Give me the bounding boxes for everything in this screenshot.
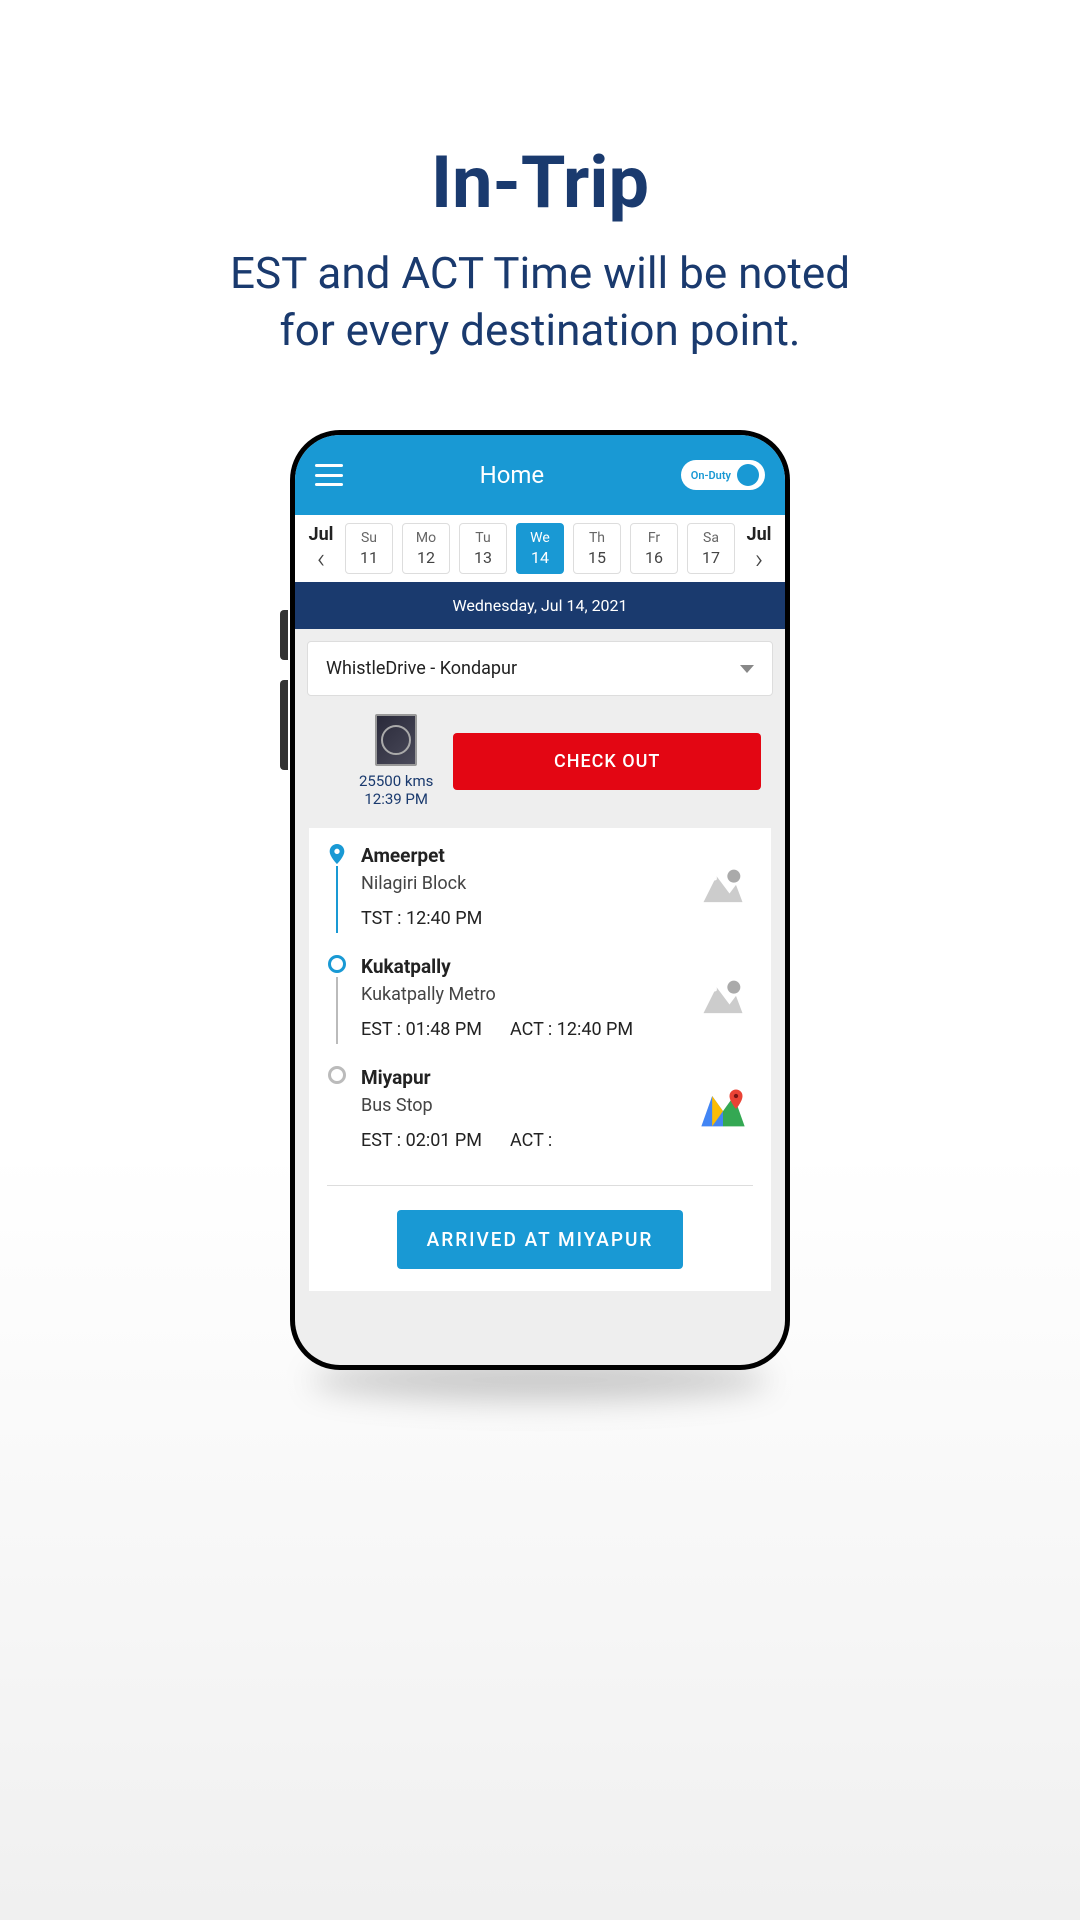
stop-est: EST : 02:01 PM [361, 1130, 482, 1151]
page-title: In-Trip [0, 140, 1080, 225]
app-header: Home On-Duty [295, 435, 785, 515]
stop-act: ACT : 12:40 PM [510, 1019, 633, 1040]
map-icon[interactable]: G [697, 972, 749, 1024]
calendar-day[interactable]: Mo12 [402, 523, 450, 574]
page-header: In-Trip EST and ACT Time will be noted f… [0, 0, 1080, 359]
stop-circle-icon [328, 955, 346, 973]
dropdown-selected: WhistleDrive - Kondapur [326, 658, 517, 679]
status-row: 25500 kms 12:39 PM CHECK OUT [307, 696, 773, 828]
route-dropdown[interactable]: WhistleDrive - Kondapur [307, 641, 773, 696]
page-subtitle: EST and ACT Time will be noted for every… [0, 245, 1080, 359]
arrived-button[interactable]: ARRIVED AT MIYAPUR [397, 1210, 684, 1269]
stop-sub: Bus Stop [361, 1095, 683, 1116]
stop-sub: Kukatpally Metro [361, 984, 683, 1005]
stop-item: Kukatpally Kukatpally Metro EST : 01:48 … [327, 955, 753, 1066]
stop-act: ACT : [510, 1130, 552, 1151]
selected-date-bar: Wednesday, Jul 14, 2021 [295, 582, 785, 629]
svg-text:G: G [710, 981, 717, 994]
odometer-image-icon [375, 714, 417, 766]
stop-sub: Nilagiri Block [361, 873, 683, 894]
map-icon[interactable] [697, 1083, 749, 1135]
stop-name: Miyapur [361, 1066, 683, 1089]
calendar-day[interactable]: Th15 [573, 523, 621, 574]
app-title: Home [480, 461, 545, 489]
hamburger-icon[interactable] [315, 464, 343, 486]
calendar-day-active[interactable]: We14 [516, 523, 564, 574]
chevron-left-icon: ‹ [317, 545, 325, 573]
checkout-button[interactable]: CHECK OUT [453, 733, 761, 790]
duty-toggle-label: On-Duty [691, 469, 731, 482]
svg-text:G: G [710, 870, 717, 883]
calendar-day[interactable]: Fr16 [630, 523, 678, 574]
calendar-next[interactable]: Jul › [739, 524, 779, 573]
odometer-block[interactable]: 25500 kms 12:39 PM [359, 714, 433, 808]
duty-toggle[interactable]: On-Duty [681, 460, 765, 490]
divider [327, 1185, 753, 1186]
calendar-day[interactable]: Tu13 [459, 523, 507, 574]
odometer-time: 12:39 PM [359, 790, 433, 808]
phone-mock: Home On-Duty Jul ‹ Su11 Mo12 Tu13 We14 T… [290, 430, 790, 1370]
stop-time: TST : 12:40 PM [361, 908, 482, 929]
stop-est: EST : 01:48 PM [361, 1019, 482, 1040]
stop-item: Miyapur Bus Stop EST : 02:01 PM ACT : [327, 1066, 753, 1177]
location-pin-icon [329, 844, 345, 864]
toggle-knob-icon [737, 464, 759, 486]
calendar-day[interactable]: Su11 [345, 523, 393, 574]
caret-down-icon [740, 665, 754, 673]
odometer-kms: 25500 kms [359, 772, 433, 790]
chevron-right-icon: › [755, 545, 763, 573]
map-icon[interactable]: G [697, 861, 749, 913]
calendar-strip: Jul ‹ Su11 Mo12 Tu13 We14 Th15 Fr16 Sa17… [295, 515, 785, 582]
stop-name: Ameerpet [361, 844, 683, 867]
stop-item: Ameerpet Nilagiri Block TST : 12:40 PM G [327, 844, 753, 955]
calendar-day[interactable]: Sa17 [687, 523, 735, 574]
stop-name: Kukatpally [361, 955, 683, 978]
stops-card: Ameerpet Nilagiri Block TST : 12:40 PM G [309, 828, 771, 1291]
calendar-prev[interactable]: Jul ‹ [301, 524, 341, 573]
stop-circle-icon [328, 1066, 346, 1084]
